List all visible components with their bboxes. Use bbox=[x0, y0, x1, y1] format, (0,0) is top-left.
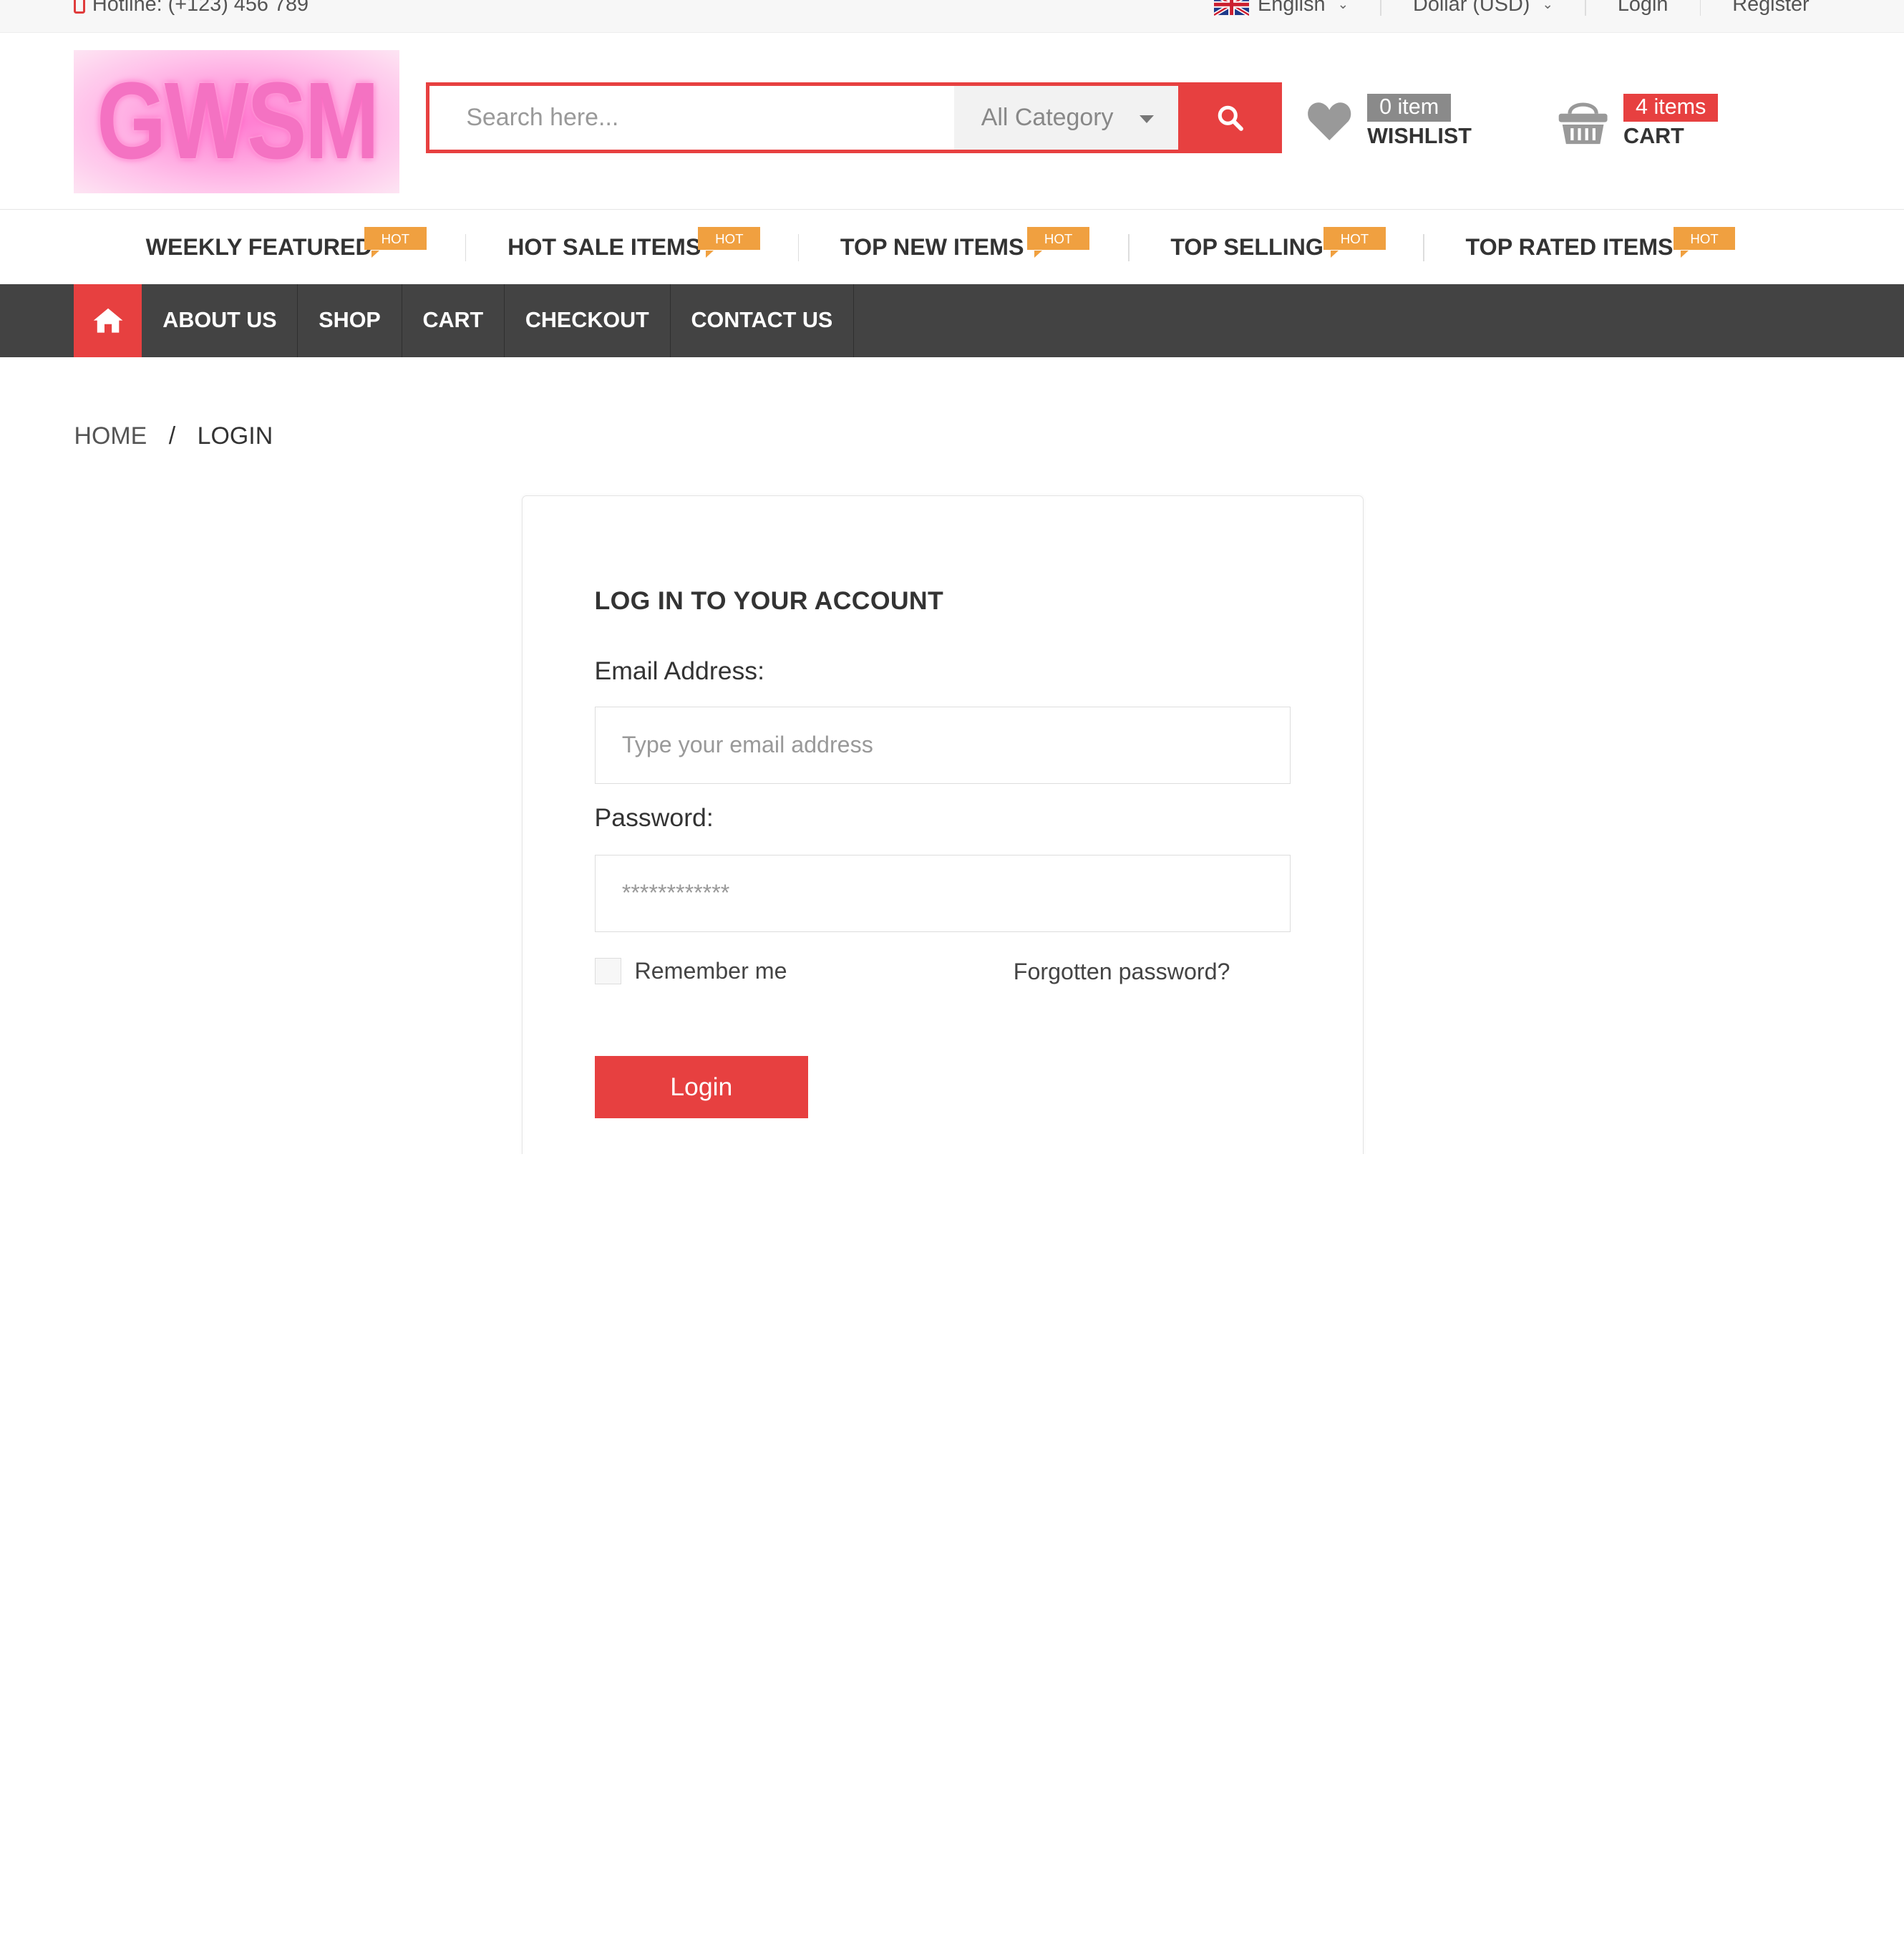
cart[interactable]: 4 items CART bbox=[1558, 93, 1719, 149]
login-button[interactable]: Login bbox=[594, 1056, 809, 1118]
hot-badge: HOT bbox=[1027, 227, 1089, 258]
password-field[interactable] bbox=[594, 854, 1291, 933]
remember-me: Remember me bbox=[594, 957, 787, 985]
hot-item-weekly-featured[interactable]: WEEKLY FEATURED HOT bbox=[145, 227, 427, 261]
wishlist-label: WISHLIST bbox=[1367, 124, 1472, 148]
chevron-down-icon: ⌄ bbox=[1542, 0, 1553, 12]
divider bbox=[1127, 234, 1130, 261]
divider bbox=[1699, 0, 1701, 16]
remember-label: Remember me bbox=[634, 957, 787, 984]
password-label: Password: bbox=[594, 803, 714, 833]
language-label: English bbox=[1257, 0, 1326, 16]
hot-item-label: HOT SALE ITEMS bbox=[507, 234, 701, 261]
hotline-text: Hotline: (+123) 456 789 bbox=[92, 0, 309, 16]
login-title: LOG IN TO YOUR ACCOUNT bbox=[594, 586, 944, 615]
category-select[interactable]: All Category bbox=[954, 86, 1178, 150]
hot-item-top-new-items[interactable]: TOP NEW ITEMS HOT bbox=[840, 227, 1089, 261]
logo-text: GWSM bbox=[96, 60, 379, 183]
search-input[interactable] bbox=[429, 86, 955, 150]
hot-item-label: TOP NEW ITEMS bbox=[840, 234, 1024, 261]
hotline: Hotline: (+123) 456 789 bbox=[74, 0, 309, 16]
hot-item-label: TOP SELLING bbox=[1170, 234, 1323, 261]
cart-count: 4 items bbox=[1623, 93, 1719, 122]
divider bbox=[1423, 234, 1424, 261]
phone-icon bbox=[74, 0, 85, 14]
chevron-down-icon: ⌄ bbox=[1337, 0, 1349, 12]
nav-home-button[interactable] bbox=[74, 283, 142, 357]
nav-checkout[interactable]: CHECKOUT bbox=[505, 283, 671, 357]
hot-badge: HOT bbox=[1323, 227, 1386, 258]
home-icon bbox=[93, 308, 123, 333]
hot-badge: HOT bbox=[698, 227, 761, 258]
hot-item-hot-sale-items[interactable]: HOT SALE ITEMS HOT bbox=[507, 227, 761, 261]
login-link[interactable]: Login bbox=[1618, 0, 1669, 16]
caret-down-icon bbox=[1139, 115, 1154, 124]
search-bar: All Category bbox=[426, 82, 1283, 153]
hot-item-top-rated-items[interactable]: TOP RATED ITEMS HOT bbox=[1465, 227, 1736, 261]
breadcrumb-separator: / bbox=[168, 422, 176, 450]
currency-selector[interactable]: Dollar (USD) ⌄ bbox=[1413, 0, 1553, 16]
top-links: English ⌄ Dollar (USD) ⌄ Login Register bbox=[1213, 0, 1810, 16]
divider bbox=[1585, 0, 1586, 16]
search-button[interactable] bbox=[1177, 82, 1283, 153]
nav-contact-us[interactable]: CONTACT US bbox=[671, 283, 855, 357]
remember-checkbox[interactable] bbox=[594, 957, 621, 985]
logo[interactable]: GWSM bbox=[74, 49, 400, 193]
wishlist-count: 0 item bbox=[1367, 93, 1452, 122]
hot-item-label: WEEKLY FEATURED bbox=[145, 234, 372, 261]
divider bbox=[465, 234, 467, 261]
email-label: Email Address: bbox=[594, 656, 765, 686]
hot-badge: HOT bbox=[364, 227, 427, 258]
hot-badge: HOT bbox=[1673, 227, 1736, 258]
wishlist[interactable]: 0 item WISHLIST bbox=[1306, 93, 1472, 149]
breadcrumb: HOME / LOGIN bbox=[74, 422, 273, 450]
category-label: All Category bbox=[981, 104, 1114, 132]
nav-shop[interactable]: SHOP bbox=[298, 283, 402, 357]
nav-about-us[interactable]: ABOUT US bbox=[142, 283, 298, 357]
divider bbox=[797, 234, 800, 261]
uk-flag-icon bbox=[1213, 0, 1250, 16]
hot-item-label: TOP RATED ITEMS bbox=[1465, 234, 1674, 261]
nav-cart[interactable]: CART bbox=[402, 283, 505, 357]
basket-icon bbox=[1559, 103, 1608, 145]
currency-label: Dollar (USD) bbox=[1413, 0, 1530, 16]
register-link[interactable]: Register bbox=[1732, 0, 1809, 16]
language-selector[interactable]: English ⌄ bbox=[1213, 0, 1349, 16]
cart-label: CART bbox=[1623, 124, 1684, 148]
hot-items-row: WEEKLY FEATURED HOT HOT SALE ITEMS HOT T… bbox=[0, 210, 1904, 283]
forgot-password-link[interactable]: Forgotten password? bbox=[1014, 959, 1230, 985]
header: GWSM All Category 0 item WISHLIST bbox=[0, 33, 1904, 210]
hot-item-top-selling[interactable]: TOP SELLING HOT bbox=[1170, 227, 1386, 261]
breadcrumb-current: LOGIN bbox=[197, 422, 273, 450]
main-nav: ABOUT US SHOP CART CHECKOUT CONTACT US bbox=[0, 283, 1904, 357]
search-icon bbox=[1218, 105, 1243, 131]
breadcrumb-home[interactable]: HOME bbox=[74, 422, 147, 450]
top-bar: Hotline: (+123) 456 789 English ⌄ Dollar… bbox=[0, 0, 1904, 33]
email-field[interactable] bbox=[594, 706, 1291, 785]
divider bbox=[1380, 0, 1381, 16]
heart-icon bbox=[1308, 102, 1351, 141]
login-card: LOG IN TO YOUR ACCOUNT Email Address: Pa… bbox=[522, 495, 1364, 1154]
